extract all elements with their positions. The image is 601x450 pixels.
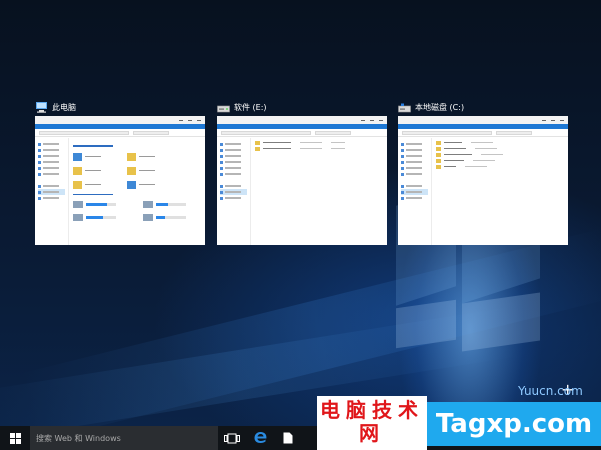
folder-content xyxy=(73,140,201,245)
windows-logo-icon xyxy=(9,429,21,448)
window-header: 软件 (E:) xyxy=(217,100,387,114)
wallpaper-window-pane xyxy=(462,292,540,352)
file-button[interactable] xyxy=(274,426,302,450)
watermark-en-text: Tagxp.com xyxy=(427,402,601,446)
window-title: 此电脑 xyxy=(52,102,76,112)
window-header: 本地磁盘 (C:) xyxy=(398,100,568,114)
window-preview xyxy=(35,116,205,245)
task-view-window-this-pc[interactable]: 此电脑 xyxy=(35,100,205,245)
task-view-window-drive-e[interactable]: 软件 (E:) xyxy=(217,100,387,245)
drive-icon xyxy=(217,98,230,117)
task-view-window-drive-c[interactable]: 本地磁盘 (C:) xyxy=(398,100,568,245)
watermark-cn-text: 电脑技术网 xyxy=(317,396,427,450)
search-placeholder: 搜索 Web 和 Windows xyxy=(36,433,121,443)
document-icon xyxy=(283,429,293,448)
task-view-icon xyxy=(224,429,240,448)
computer-icon xyxy=(35,98,48,117)
folder-content xyxy=(255,140,383,245)
edge-button[interactable] xyxy=(246,426,274,450)
window-title: 本地磁盘 (C:) xyxy=(415,102,465,112)
task-view-button[interactable] xyxy=(218,426,246,450)
search-box[interactable]: 搜索 Web 和 Windows xyxy=(30,426,218,450)
window-preview xyxy=(217,116,387,245)
start-button[interactable] xyxy=(0,426,30,450)
navigation-pane xyxy=(35,138,69,245)
desktop-background: 此电脑 软件 (E:) 本地磁盘 (C:) + xyxy=(0,0,601,426)
window-title: 软件 (E:) xyxy=(234,102,267,112)
window-header: 此电脑 xyxy=(35,100,205,114)
navigation-pane xyxy=(398,138,432,245)
drive-icon xyxy=(398,98,411,117)
edge-browser-icon xyxy=(254,429,267,448)
navigation-pane xyxy=(217,138,251,245)
wallpaper-window-pane xyxy=(396,299,456,349)
watermark-banner: 电脑技术网 Tagxp.com xyxy=(317,396,601,450)
window-preview xyxy=(398,116,568,245)
folder-content xyxy=(436,140,564,245)
